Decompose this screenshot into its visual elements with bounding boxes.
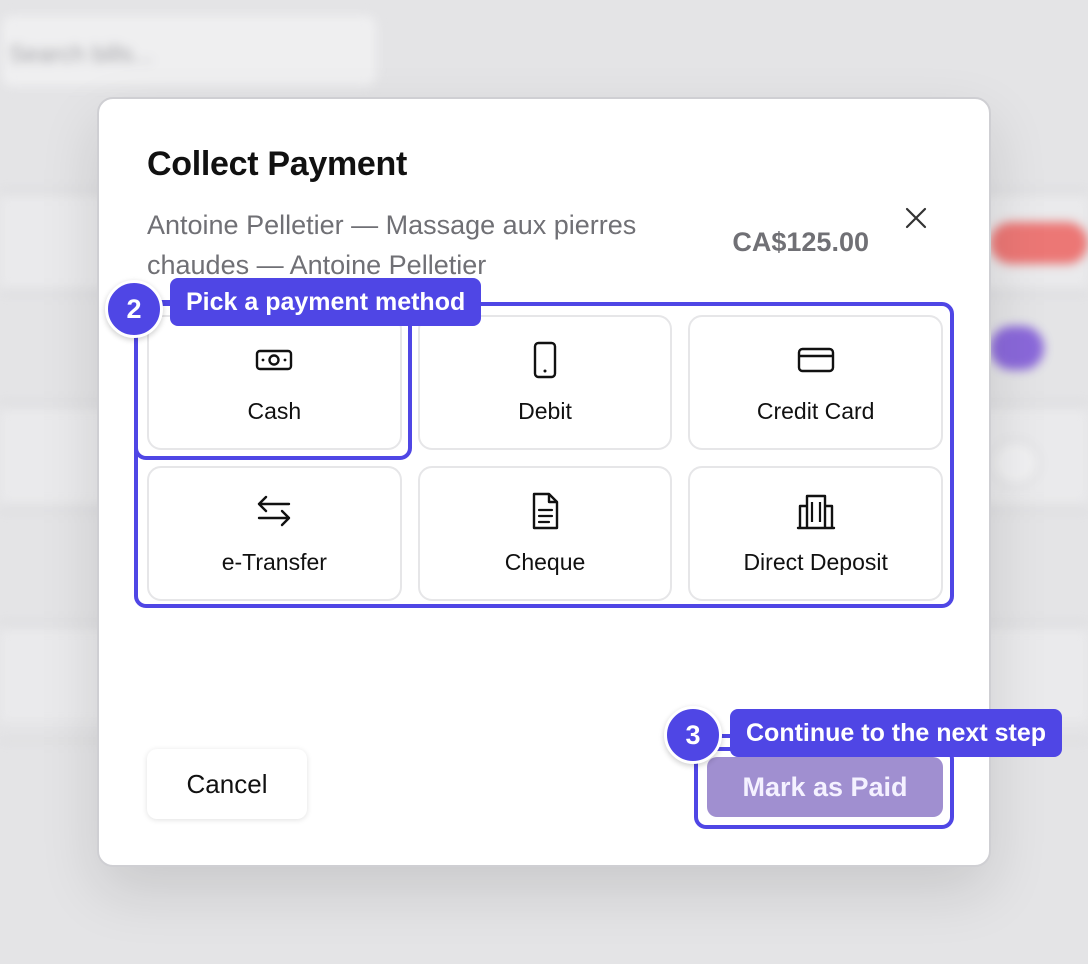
- payment-method-credit-card[interactable]: Credit Card: [688, 315, 943, 450]
- cancel-button[interactable]: Cancel: [147, 749, 307, 819]
- step-2-tooltip: Pick a payment method: [170, 278, 482, 326]
- transfer-arrows-icon: [258, 495, 291, 527]
- modal-subtitle: Antoine Pelletier — Massage aux pierres …: [147, 210, 637, 280]
- phone-icon: [533, 341, 557, 379]
- bank-building-icon: [796, 494, 835, 530]
- modal-title: Collect Payment: [147, 145, 408, 183]
- payment-method-e-transfer[interactable]: e-Transfer: [147, 466, 402, 601]
- method-label: Credit Card: [756, 398, 875, 424]
- mark-as-paid-button[interactable]: Mark as Paid: [707, 757, 943, 817]
- cash-icon: [256, 349, 293, 371]
- step-3-badge: 3: [664, 706, 722, 764]
- payment-method-grid: Cash Debit Credit Card e-Transfer Cheque…: [147, 315, 943, 601]
- close-button[interactable]: [901, 203, 931, 233]
- background-status-pill: [990, 222, 1088, 264]
- payment-method-cash[interactable]: Cash: [147, 315, 402, 450]
- background-search-input: Search bills...: [0, 14, 378, 88]
- step-3-tooltip: Continue to the next step: [730, 709, 1062, 757]
- payment-method-debit[interactable]: Debit: [417, 315, 673, 450]
- method-label: Debit: [518, 398, 572, 424]
- payment-method-direct-deposit[interactable]: Direct Deposit: [688, 466, 943, 601]
- method-label: Direct Deposit: [743, 549, 888, 575]
- step-2-badge: 2: [105, 280, 163, 338]
- method-label: Cash: [247, 398, 302, 424]
- method-label: e-Transfer: [221, 549, 327, 575]
- method-label: Cheque: [504, 549, 586, 575]
- credit-card-icon: [797, 347, 834, 373]
- close-icon: [905, 207, 927, 229]
- background-status-pill: [990, 326, 1044, 370]
- payment-method-cheque[interactable]: Cheque: [417, 466, 673, 601]
- document-icon: [532, 492, 559, 530]
- payment-amount: CA$125.00: [732, 227, 869, 257]
- background-button: [990, 440, 1040, 486]
